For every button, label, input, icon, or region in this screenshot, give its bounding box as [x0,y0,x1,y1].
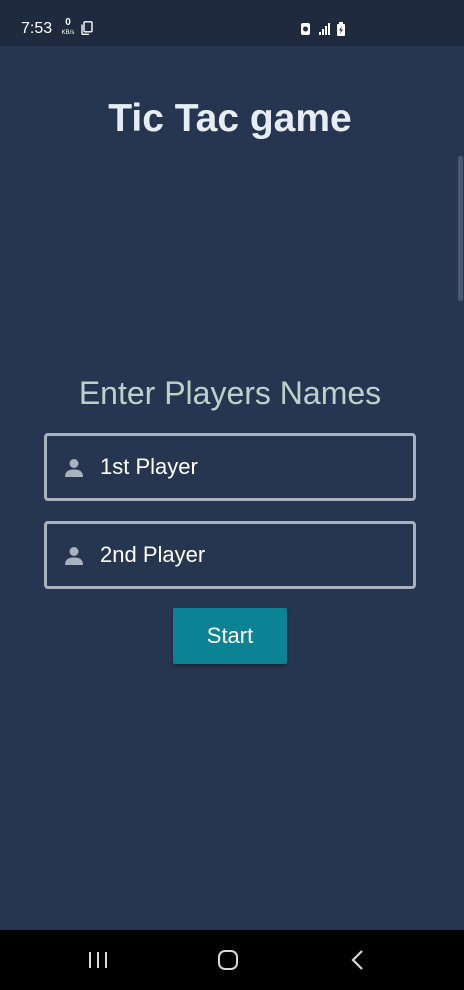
system-status-icons [301,22,345,36]
back-icon[interactable] [340,944,376,976]
network-speed-unit: KB/s [61,30,75,36]
page-title: Tic Tac game [108,97,352,140]
alarm-icon [301,23,310,35]
player2-field[interactable] [44,521,416,589]
network-speed-indicator: 0 KB/s [58,17,78,37]
start-button[interactable]: Start [173,608,287,664]
person-icon [65,459,83,477]
signal-icon [319,23,330,35]
players-heading: Enter Players Names [78,375,382,411]
recents-icon[interactable] [80,944,116,976]
battery-icon [337,22,345,36]
status-time: 7:53 [21,20,53,37]
player2-input[interactable] [100,534,400,576]
home-icon[interactable] [210,944,246,976]
network-speed-value: 0 [65,17,71,28]
scrollbar-thumb[interactable] [458,156,463,301]
status-bar: 7:53 0 KB/s [0,0,464,46]
player1-field[interactable] [44,433,416,501]
clipboard-icon [81,21,93,35]
player1-input[interactable] [100,446,400,488]
person-icon [65,547,83,565]
navigation-bar [0,930,464,990]
